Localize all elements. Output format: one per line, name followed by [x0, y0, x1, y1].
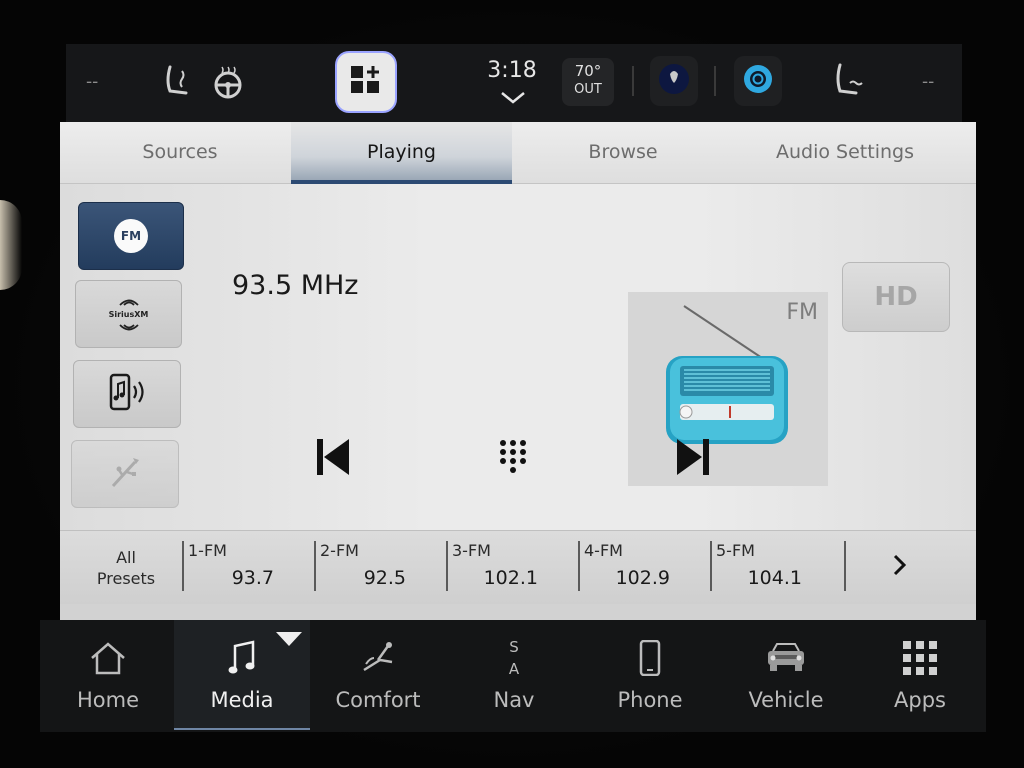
nav-comfort[interactable]: Comfort [310, 620, 446, 730]
direct-tune-button[interactable] [488, 434, 538, 484]
source-fm-button[interactable]: FM [78, 202, 184, 270]
preset-5[interactable]: 5-FM 104.1 [710, 541, 842, 591]
tab-sources[interactable]: Sources [70, 122, 290, 184]
alexa-button[interactable] [734, 56, 782, 106]
nav-label: Nav [493, 688, 535, 712]
all-presets-label-line1: All [116, 548, 136, 567]
preset-frequency: 102.1 [483, 567, 538, 589]
phone-icon [582, 636, 718, 680]
music-note-icon [174, 636, 310, 680]
preset-frequency: 104.1 [747, 567, 802, 589]
tab-playing[interactable]: Playing [291, 122, 512, 184]
outside-temperature: 70° OUT [562, 58, 614, 106]
preset-frequency: 102.9 [615, 567, 670, 589]
preset-3[interactable]: 3-FM 102.1 [446, 541, 578, 591]
preset-bar: All Presets 1-FM 93.7 2-FM 92.5 3-FM 102… [60, 530, 976, 604]
radio-icon [658, 302, 798, 456]
voice-assistant-icon [657, 62, 691, 100]
chevron-right-icon [893, 554, 907, 580]
screen-footer [60, 604, 976, 620]
next-presets-button[interactable] [880, 547, 920, 587]
nav-phone[interactable]: Phone [582, 620, 718, 730]
usb-icon [107, 454, 143, 494]
apps-grid-icon [852, 636, 988, 680]
bottom-nav: Home Media Comfort SA Nav Phone Vehicle [40, 620, 986, 732]
preset-divider [844, 541, 854, 591]
status-bar: -- 3:18 70° OUT -- [66, 44, 962, 122]
nav-media[interactable]: Media [174, 620, 310, 730]
tab-audio-settings[interactable]: Audio Settings [734, 122, 956, 184]
preset-1[interactable]: 1-FM 93.7 [182, 541, 314, 591]
temperature-label: OUT [574, 82, 602, 97]
app-grid-plus-icon [350, 65, 382, 99]
keypad-icon [498, 439, 528, 479]
nav-label: Phone [617, 688, 683, 712]
nav-vehicle[interactable]: Vehicle [718, 620, 854, 730]
seat-icon [310, 636, 446, 680]
now-playing-panel: FM SiriusXM 93.5 MHz FM HD [60, 184, 976, 530]
voice-assistant-button[interactable] [650, 56, 698, 106]
preset-name: 4-FM [584, 541, 623, 560]
all-presets-label-line2: Presets [96, 569, 156, 588]
station-frequency: 93.5 MHz [232, 270, 359, 301]
nav-apps[interactable]: Apps [852, 620, 988, 730]
truck-icon [718, 636, 854, 680]
preset-frequency: 93.7 [231, 567, 274, 589]
clock[interactable]: 3:18 [484, 58, 540, 83]
fm-badge: FM [114, 219, 148, 253]
preset-frequency: 92.5 [363, 567, 406, 589]
heated-steering-icon[interactable] [208, 62, 248, 102]
light-glare [0, 200, 22, 290]
hd-radio-button[interactable]: HD [842, 262, 950, 332]
left-climate-readout[interactable]: -- [86, 72, 98, 92]
skip-previous-icon [316, 438, 350, 480]
ventilated-seat-icon[interactable] [826, 60, 868, 102]
tab-browse[interactable]: Browse [512, 122, 734, 184]
previous-station-button[interactable] [308, 434, 358, 484]
nav-label: Apps [894, 688, 946, 712]
nav-label: Home [76, 688, 139, 712]
chevron-down-icon[interactable] [500, 90, 526, 109]
heated-seat-icon[interactable] [158, 62, 198, 102]
nav-label: Comfort [335, 688, 421, 712]
preset-name: 3-FM [452, 541, 491, 560]
divider [632, 66, 634, 96]
preset-4[interactable]: 4-FM 102.9 [578, 541, 710, 591]
siriusxm-label: SiriusXM [108, 309, 149, 319]
media-screen: Sources Playing Browse Audio Settings FM… [60, 122, 976, 620]
phone-music-icon [105, 372, 149, 416]
source-siriusxm-button[interactable]: SiriusXM [75, 280, 182, 348]
divider [714, 66, 716, 96]
temperature-value: 70° [574, 62, 602, 80]
source-bluetooth-audio-button[interactable] [73, 360, 181, 428]
alexa-icon [741, 62, 775, 100]
nav-home[interactable]: Home [40, 620, 176, 730]
compass-top-letter: S [509, 638, 519, 656]
album-art: FM [628, 292, 828, 486]
preset-name: 2-FM [320, 541, 359, 560]
preset-name: 1-FM [188, 541, 227, 560]
compass-icon: SA [446, 636, 582, 680]
nav-label: Media [210, 688, 274, 712]
skip-next-icon [676, 438, 710, 480]
nav-navigation[interactable]: SA Nav [446, 620, 582, 730]
siriusxm-icon: SiriusXM [108, 291, 149, 338]
nav-label: Vehicle [748, 688, 824, 712]
source-usb-button[interactable] [71, 440, 179, 508]
home-icon [40, 636, 176, 680]
preset-name: 5-FM [716, 541, 755, 560]
preset-2[interactable]: 2-FM 92.5 [314, 541, 446, 591]
app-grid-plus-button[interactable] [335, 51, 397, 113]
tab-bar: Sources Playing Browse Audio Settings [60, 122, 976, 184]
compass-bottom-letter: A [509, 660, 520, 678]
all-presets-button[interactable]: All Presets [86, 547, 166, 589]
right-climate-readout[interactable]: -- [922, 72, 934, 92]
next-station-button[interactable] [668, 434, 718, 484]
hd-radio-icon: HD [874, 282, 918, 312]
